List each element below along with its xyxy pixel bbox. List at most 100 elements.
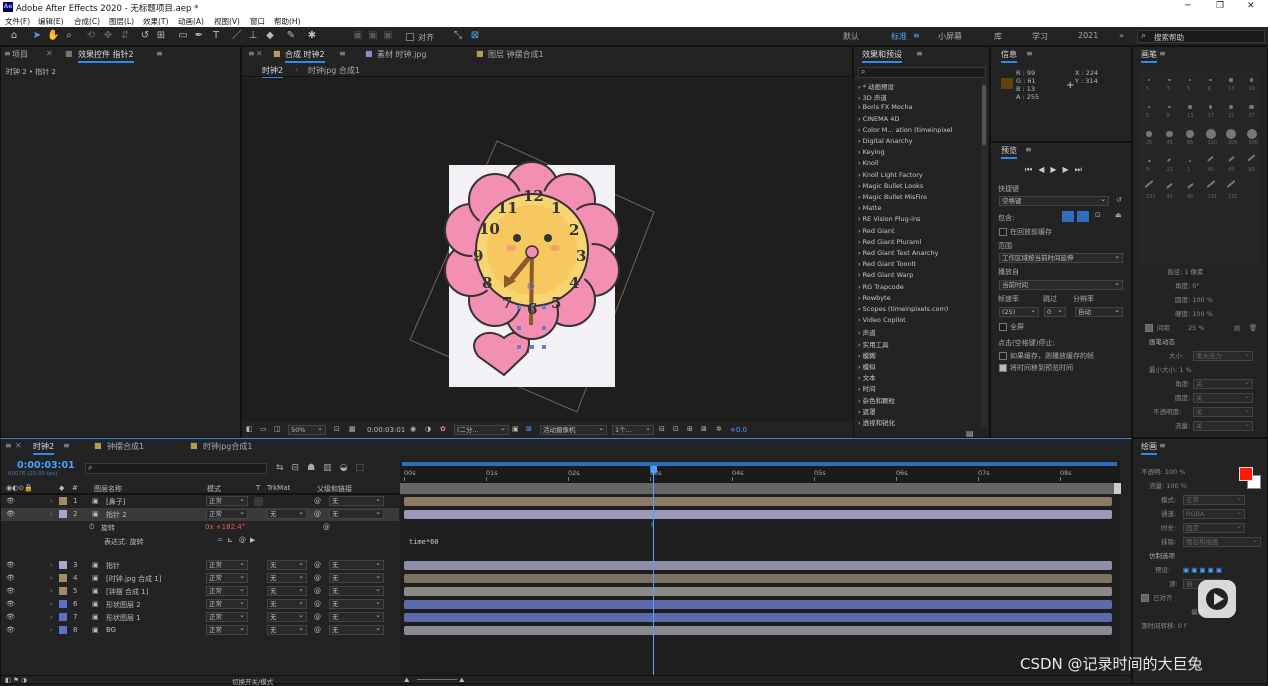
reset-icon[interactable]: ↺ <box>1116 196 1122 204</box>
play-from-dropdown[interactable]: 当前时间 <box>999 279 1123 290</box>
expand-arrow-icon[interactable]: › <box>50 561 53 569</box>
pick-whip-icon[interactable]: @ <box>314 600 321 608</box>
transparency-grid-icon[interactable]: ▦ <box>349 425 356 433</box>
show-snapshot-icon[interactable]: ◑ <box>425 425 431 433</box>
new-brush-icon[interactable]: ▤ <box>1234 321 1240 335</box>
layer-name[interactable]: [鼻子] <box>106 497 125 507</box>
hand-tool-icon[interactable]: ✋ <box>47 30 59 42</box>
eye-icon[interactable]: 👁 <box>6 587 15 595</box>
opacity-dropdown[interactable]: 关 <box>1193 406 1253 417</box>
effect-category[interactable]: › Rowbyte <box>858 294 891 302</box>
workspace-menu-icon[interactable]: ≡ <box>913 31 920 40</box>
paint-mode-dropdown[interactable]: 正常 <box>1183 494 1245 505</box>
effect-category[interactable]: › 声道 <box>858 327 876 337</box>
restore-button[interactable]: ❐ <box>1216 1 1224 11</box>
comp-mini-flowchart-icon[interactable]: ⇆ <box>276 463 292 473</box>
selection-tool-icon[interactable]: ➤ <box>31 30 43 42</box>
views-dropdown[interactable]: 1个... <box>612 424 654 435</box>
layer-duration-bar[interactable] <box>404 574 1112 583</box>
source-time-value[interactable]: 0 f <box>1178 622 1187 630</box>
menu-file[interactable]: 文件(F) <box>5 16 30 27</box>
size-dropdown[interactable]: 笔头压力 <box>1193 350 1253 361</box>
tab-paint[interactable]: 绘画 <box>1141 441 1157 455</box>
graph-editor-icon[interactable]: ⬚ <box>356 463 373 473</box>
tab-effect-controls[interactable]: 效果控件 指针2 <box>78 49 134 63</box>
eye-icon[interactable]: 👁 <box>6 561 15 569</box>
expand-arrow-icon[interactable]: › <box>50 497 53 505</box>
effect-category[interactable]: › Boris FX Mocha <box>858 103 913 111</box>
parent-dropdown[interactable]: 无 <box>329 572 384 583</box>
tab-composition[interactable]: 合成 时钟2 <box>285 49 325 63</box>
eye-icon[interactable]: 👁 <box>6 497 15 505</box>
layer-duration-bar[interactable] <box>404 510 1112 519</box>
tab-brushes[interactable]: 画笔 <box>1141 49 1157 63</box>
expression-pickwhip-icon[interactable]: @ <box>239 536 246 544</box>
brush-preset[interactable] <box>1206 180 1215 188</box>
effect-category[interactable]: › Red Giant Warp <box>858 271 913 279</box>
brush-preset[interactable] <box>1205 129 1216 139</box>
roundness-dropdown[interactable]: 关 <box>1193 392 1253 403</box>
pick-whip-icon[interactable]: @ <box>314 497 321 505</box>
cache-checkbox[interactable] <box>999 228 1007 236</box>
snap-icon[interactable]: ⤡ <box>452 30 464 42</box>
delete-brush-icon[interactable]: 🗑 <box>1249 321 1257 335</box>
eraser-tool-icon[interactable]: ◆ <box>264 30 276 42</box>
parent-dropdown[interactable]: 无 <box>329 611 384 622</box>
layer-row[interactable]: 👁 › 6 ▣ 形状图层 2 正常 无 @ 无 <box>1 598 399 611</box>
layer-duration-bar[interactable] <box>404 497 1112 506</box>
layer-name[interactable]: 指针 2 <box>106 510 127 520</box>
roi-icon[interactable]: ▣ <box>512 425 519 433</box>
reset-exposure-icon[interactable]: ✲ <box>716 425 722 433</box>
workspace-2021[interactable]: 2021 <box>1078 31 1098 40</box>
close-button[interactable]: ✕ <box>1247 1 1255 11</box>
include-overlays-icon[interactable]: ⊡ <box>1095 211 1101 219</box>
expression-enable-icon[interactable]: = <box>217 536 223 544</box>
effects-scrollbar[interactable] <box>981 81 987 426</box>
tool-option-c-icon[interactable]: ▣ <box>382 30 394 42</box>
pick-whip-icon[interactable]: @ <box>314 626 321 634</box>
panel-menu-icon[interactable]: ≡ <box>248 49 255 58</box>
tab-effects-presets[interactable]: 效果和预设 <box>862 49 902 63</box>
expand-arrow-icon[interactable]: › <box>50 587 53 595</box>
brush-preset[interactable] <box>1188 159 1192 163</box>
close-tab-icon[interactable]: ✕ <box>15 441 22 450</box>
col-layer-name[interactable]: 图层名称 <box>94 484 122 494</box>
dolly-tool-icon[interactable]: ⇵ <box>119 30 131 42</box>
parent-dropdown[interactable]: 无 <box>329 585 384 596</box>
menu-animation[interactable]: 动画(A) <box>178 16 204 27</box>
include-layer-controls-icon[interactable]: ⏏ <box>1115 211 1122 219</box>
timeline-icon[interactable]: ⊞ <box>687 425 693 433</box>
layer-row[interactable]: 👁 › 8 ▣ BG 正常 无 @ 无 <box>1 624 399 637</box>
brush-preset[interactable] <box>1229 78 1233 82</box>
brush-preset[interactable] <box>1249 78 1254 82</box>
spacing-value[interactable]: 25 % <box>1170 324 1205 332</box>
layer-row[interactable]: 👁 › 5 ▣ [钟摆 合成 1] 正常 无 @ 无 <box>1 585 399 598</box>
brush-preset[interactable] <box>1247 154 1256 162</box>
panel-menu-icon[interactable]: ≡ <box>4 49 11 58</box>
video-play-icon[interactable] <box>1198 580 1236 618</box>
effect-category[interactable]: › 模糊 <box>858 350 876 360</box>
eye-icon[interactable]: 👁 <box>6 600 15 608</box>
rotate-tool-icon[interactable]: ↺ <box>139 30 151 42</box>
panel-options-icon[interactable]: ≡ <box>1159 441 1166 450</box>
close-tab-icon[interactable]: ✕ <box>46 49 53 58</box>
blend-mode-dropdown[interactable]: 正常 <box>206 611 248 622</box>
paint-flow[interactable]: 流量: 100 % <box>1141 479 1266 493</box>
pan-tool-icon[interactable]: ✥ <box>102 30 114 42</box>
tool-option-a-icon[interactable]: ▣ <box>352 30 364 42</box>
foreground-color-swatch[interactable] <box>1239 467 1253 481</box>
effect-category[interactable]: › RE Vision Plug-ins <box>858 215 920 223</box>
lock-icon[interactable]: ■ <box>65 49 73 58</box>
brush-preset[interactable] <box>1249 104 1254 110</box>
toggle-switches-modes[interactable]: 切换开关/模式 <box>232 676 273 686</box>
home-icon[interactable]: ⌂ <box>8 30 20 42</box>
include-audio-icon[interactable] <box>1077 211 1089 222</box>
first-frame-icon[interactable]: ⏮ <box>1025 165 1038 174</box>
layer-name[interactable]: 形状图层 1 <box>106 613 141 623</box>
brush-preset[interactable] <box>1166 130 1173 138</box>
paint-erase-dropdown[interactable]: 图层和绘画 <box>1183 536 1261 547</box>
zoom-slider[interactable] <box>417 679 457 680</box>
tab-info[interactable]: 信息 <box>1001 49 1017 63</box>
snap-grid-icon[interactable]: ⊠ <box>469 30 481 42</box>
timeline-tab-clockjpg[interactable]: 时钟jpg合成1 <box>203 441 252 452</box>
